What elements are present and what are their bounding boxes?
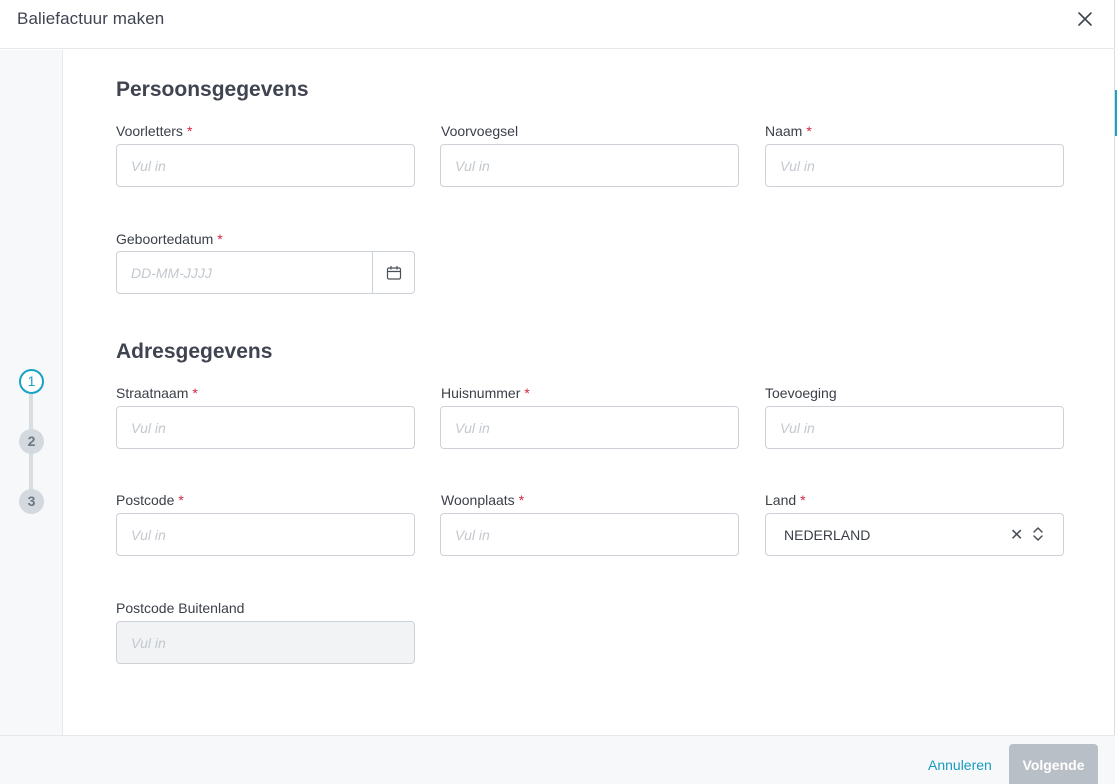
huisnummer-input[interactable] xyxy=(441,407,738,448)
huisnummer-field-wrapper xyxy=(440,406,739,449)
postcode-buitenland-input xyxy=(117,622,414,663)
postcode-field-wrapper xyxy=(116,513,415,556)
toevoeging-field-wrapper xyxy=(765,406,1064,449)
form-content: Persoonsgegevens Voorletters* Voorvoegse… xyxy=(64,50,1115,735)
required-marker: * xyxy=(178,492,184,508)
close-icon xyxy=(1078,12,1092,26)
toevoeging-input[interactable] xyxy=(766,407,1063,448)
required-marker: * xyxy=(800,492,806,508)
stepper-sidebar: 1 2 3 xyxy=(0,50,63,735)
voorletters-field-wrapper xyxy=(116,144,415,187)
modal-header: Baliefactuur maken xyxy=(0,0,1115,49)
land-label: Land * xyxy=(765,492,806,508)
required-marker: * xyxy=(217,231,223,247)
required-marker: * xyxy=(524,385,530,401)
next-button[interactable]: Volgende xyxy=(1009,744,1098,784)
step-3[interactable]: 3 xyxy=(19,489,44,514)
postcode-input[interactable] xyxy=(117,514,414,555)
step-2[interactable]: 2 xyxy=(19,429,44,454)
naam-input[interactable] xyxy=(766,145,1063,186)
straatnaam-field-wrapper xyxy=(116,406,415,449)
huisnummer-label: Huisnummer * xyxy=(441,385,530,401)
modal-footer: Annuleren Volgende xyxy=(0,735,1115,784)
straatnaam-input[interactable] xyxy=(117,407,414,448)
section-title-address: Adresgegevens xyxy=(116,340,273,363)
woonplaats-input[interactable] xyxy=(441,514,738,555)
postcode-buitenland-field-wrapper xyxy=(116,621,415,664)
step-1[interactable]: 1 xyxy=(19,369,44,394)
postcode-buitenland-label: Postcode Buitenland xyxy=(116,600,245,616)
clear-icon[interactable]: ✕ xyxy=(1010,525,1023,545)
datepicker-button[interactable] xyxy=(372,252,414,293)
toevoeging-label: Toevoeging xyxy=(765,385,837,401)
voorvoegsel-input[interactable] xyxy=(441,145,738,186)
land-selected-value: NEDERLAND xyxy=(784,527,871,543)
close-button[interactable] xyxy=(1073,8,1097,32)
cancel-button[interactable]: Annuleren xyxy=(928,757,992,773)
naam-label: Naam * xyxy=(765,123,812,139)
straatnaam-label: Straatnaam * xyxy=(116,385,198,401)
woonplaats-label: Woonplaats * xyxy=(441,492,525,508)
voorletters-label: Voorletters * xyxy=(116,123,193,139)
postcode-label: Postcode * xyxy=(116,492,184,508)
voorvoegsel-label: Voorvoegsel xyxy=(441,123,519,139)
voorletters-input[interactable] xyxy=(117,145,414,186)
voorvoegsel-field-wrapper xyxy=(440,144,739,187)
modal-dialog: Baliefactuur maken 1 2 3 Persoonsgegeven… xyxy=(0,0,1115,784)
geboortedatum-input[interactable] xyxy=(117,252,373,293)
required-marker: * xyxy=(518,492,525,508)
calendar-icon xyxy=(386,265,401,280)
required-marker: * xyxy=(192,385,198,401)
section-title-personal: Persoonsgegevens xyxy=(116,78,309,101)
chevron-updown-icon[interactable] xyxy=(1032,525,1044,543)
modal-title: Baliefactuur maken xyxy=(17,9,165,28)
geboortedatum-label: Geboortedatum * xyxy=(116,231,223,247)
land-select[interactable]: NEDERLAND ✕ xyxy=(765,513,1064,556)
required-marker: * xyxy=(806,123,812,139)
naam-field-wrapper xyxy=(765,144,1064,187)
required-marker: * xyxy=(186,123,193,139)
woonplaats-field-wrapper xyxy=(440,513,739,556)
geboortedatum-field-wrapper xyxy=(116,251,415,294)
